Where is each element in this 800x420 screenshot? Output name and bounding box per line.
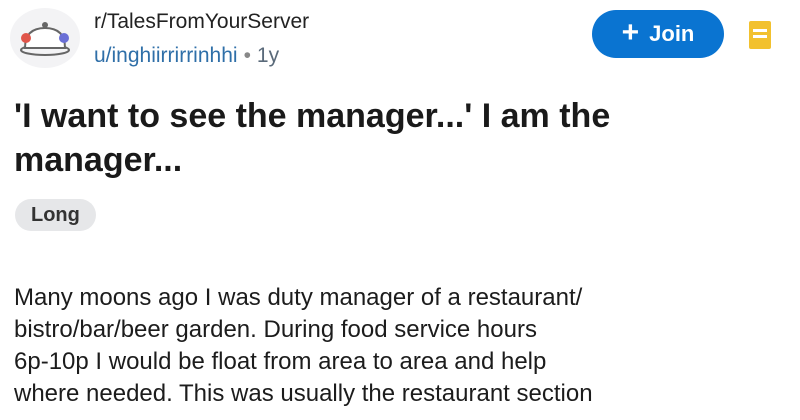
- body-line: 6p-10p I would be float from area to are…: [14, 348, 547, 375]
- serving-cloche-icon: [20, 22, 70, 56]
- post-meta: u/inghiirrirrinhhi • 1y: [94, 44, 279, 68]
- body-line: where needed. This was usually the resta…: [14, 380, 593, 407]
- plus-icon: +: [621, 15, 640, 49]
- post-flair[interactable]: Long: [15, 199, 96, 231]
- subreddit-avatar[interactable]: [10, 8, 80, 68]
- join-button-label: Join: [649, 21, 695, 46]
- bookmark-save-icon[interactable]: [748, 20, 772, 50]
- join-button[interactable]: + Join: [592, 10, 724, 58]
- post-header: r/TalesFromYourServer u/inghiirrirrinhhi…: [10, 6, 790, 72]
- body-line: Many moons ago I was duty manager of a r…: [14, 284, 583, 311]
- post-author[interactable]: u/inghiirrirrinhhi: [94, 44, 238, 67]
- post-title[interactable]: 'I want to see the manager...' I am the …: [14, 94, 754, 182]
- post-age: 1y: [256, 44, 280, 67]
- meta-separator: •: [243, 44, 251, 67]
- subreddit-name[interactable]: r/TalesFromYourServer: [94, 10, 309, 34]
- post-body: Many moons ago I was duty manager of a r…: [14, 282, 794, 410]
- body-line: bistro/bar/beer garden. During food serv…: [14, 316, 537, 343]
